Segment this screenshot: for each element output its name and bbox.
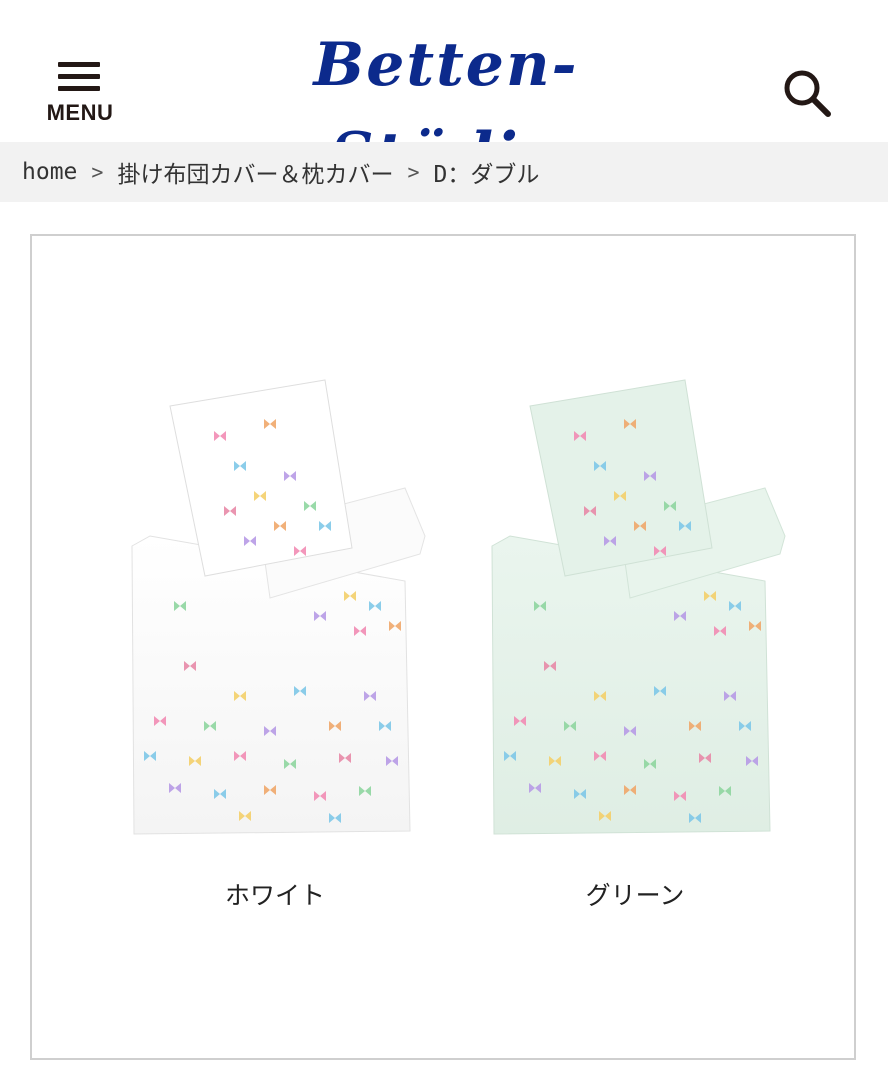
hamburger-bar-bottom (58, 86, 100, 91)
product-image-frame: ホワイト グリーン (30, 234, 856, 1060)
breadcrumb-separator: > (407, 160, 420, 184)
search-icon[interactable] (780, 66, 836, 122)
variant-label-green: グリーン (585, 881, 685, 910)
breadcrumb-current: D：ダブル (433, 162, 540, 188)
search-button[interactable] (780, 66, 836, 122)
hamburger-bar-middle (58, 74, 100, 79)
hamburger-bar-top (58, 62, 100, 67)
variant-label-white: ホワイト (224, 881, 325, 910)
menu-button[interactable]: MENU (40, 58, 120, 128)
breadcrumb-home[interactable]: home (22, 159, 77, 185)
breadcrumb: home > 掛け布団カバー＆枕カバー > D：ダブル (0, 142, 888, 202)
breadcrumb-separator: > (91, 160, 104, 184)
site-header: MENU Betten-Stüdio (0, 0, 888, 190)
hamburger-icon[interactable] (58, 62, 100, 94)
duvet-set-green-image (491, 379, 786, 835)
menu-label: MENU (46, 100, 114, 125)
site-logo[interactable]: Betten-Stüdio (200, 20, 692, 190)
breadcrumb-category[interactable]: 掛け布団カバー＆枕カバー (117, 155, 393, 189)
duvet-set-white-image (131, 379, 426, 835)
